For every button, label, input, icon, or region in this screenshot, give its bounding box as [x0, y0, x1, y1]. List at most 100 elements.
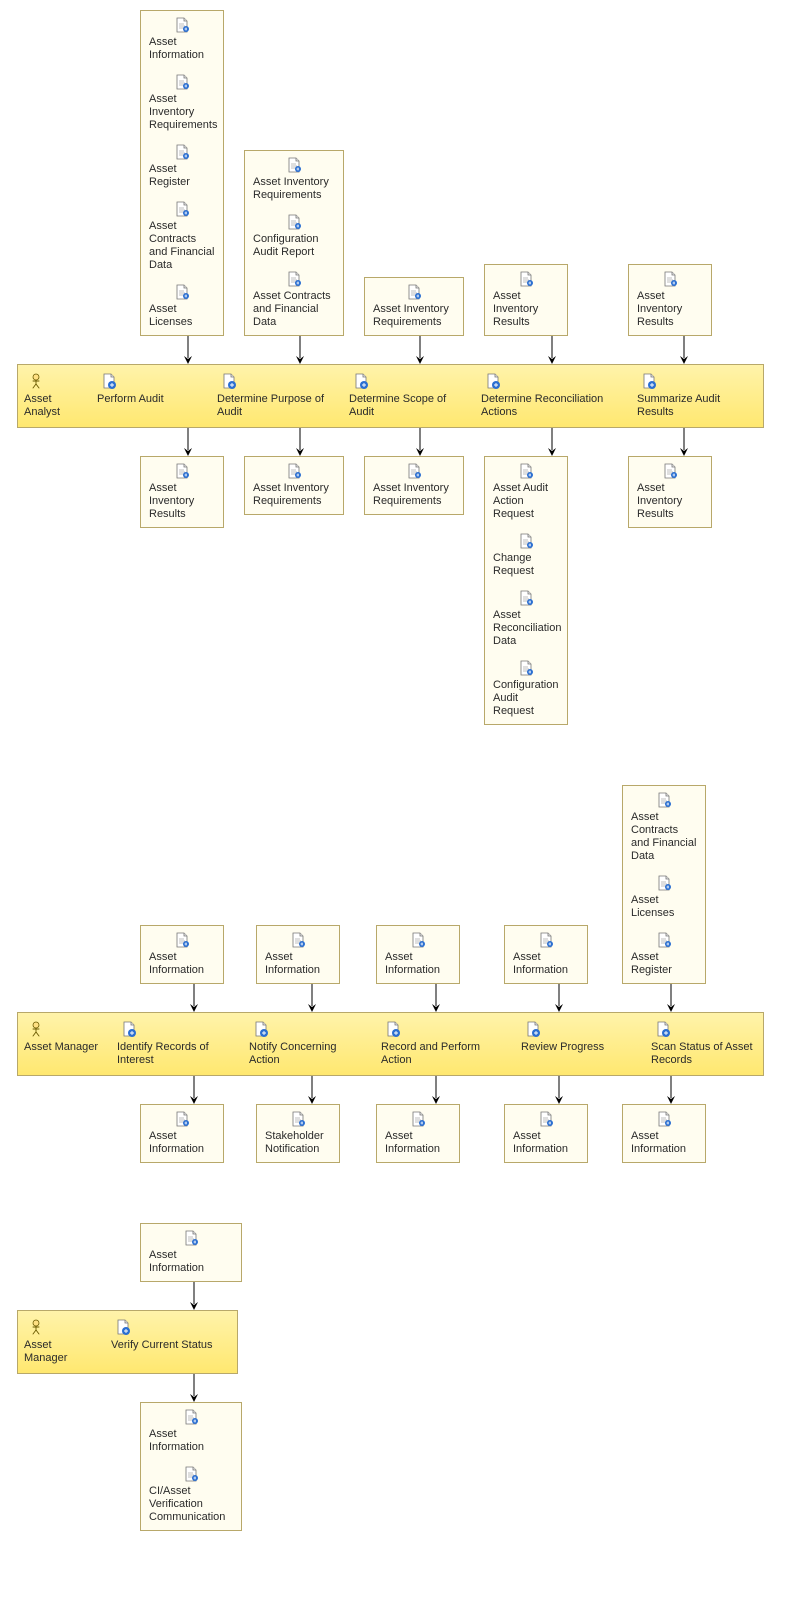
arrow-down-icon — [244, 336, 356, 364]
task-label: Verify Current Status — [111, 1339, 231, 1352]
input-column: Asset Information — [256, 925, 368, 1012]
task-cell[interactable]: Identify Records of Interest — [107, 1013, 243, 1075]
artifact: Asset Inventory Requirements — [365, 457, 463, 514]
task-cell[interactable]: Scan Status of Asset Records — [645, 1013, 763, 1075]
arrow-down-icon — [376, 984, 496, 1012]
artifact: Asset Inventory Results — [629, 457, 711, 527]
output-artifacts: Asset Information — [140, 1104, 224, 1163]
artifact-label: Asset Register — [149, 163, 215, 189]
task-cell[interactable]: Verify Current Status — [101, 1311, 237, 1360]
process-icon — [655, 1021, 671, 1037]
artifact-label: Asset Information — [385, 1130, 451, 1156]
document-icon — [662, 463, 678, 479]
document-icon — [183, 1466, 199, 1482]
document-icon — [174, 201, 190, 217]
artifact: Asset Information — [141, 1224, 241, 1281]
artifact: Asset Audit Action Request — [485, 457, 567, 527]
output-column: Asset Inventory Results — [140, 428, 236, 528]
process-icon — [485, 373, 501, 389]
artifact-label: Configuration Audit Report — [253, 233, 335, 259]
artifact: Asset Reconciliation Data — [485, 584, 567, 654]
process-icon — [385, 1021, 401, 1037]
output-artifacts: Asset Inventory Results — [140, 456, 224, 528]
lane-asset-analyst: Asset InformationAsset Inventory Require… — [17, 10, 797, 725]
actor-label: Asset Manager — [24, 1041, 101, 1054]
input-artifacts: Asset Inventory Requirements — [364, 277, 464, 336]
task-cell[interactable]: Notify Concerning Action — [243, 1013, 375, 1075]
artifact-label: Asset Information — [385, 951, 451, 977]
arrow-down-icon — [484, 428, 620, 456]
artifact: Asset Inventory Results — [485, 265, 567, 335]
task-label: Identify Records of Interest — [117, 1041, 237, 1067]
output-column: Asset Information — [622, 1076, 720, 1163]
actor-icon — [28, 1021, 44, 1037]
artifact-label: Asset Inventory Requirements — [253, 482, 335, 508]
document-icon — [656, 792, 672, 808]
input-artifacts: Asset Inventory RequirementsConfiguratio… — [244, 150, 344, 336]
task-cell[interactable]: Determine Reconciliation Actions — [475, 365, 631, 427]
document-icon — [656, 1111, 672, 1127]
artifact-label: Asset Audit Action Request — [493, 482, 559, 521]
arrow-down-icon — [140, 336, 236, 364]
artifact-label: Asset Information — [513, 1130, 579, 1156]
artifact: CI/Asset Verification Communication — [141, 1460, 241, 1530]
input-artifacts: Asset Inventory Results — [484, 264, 568, 336]
arrow-down-icon — [140, 984, 248, 1012]
document-icon — [174, 932, 190, 948]
artifact-label: Asset Contracts and Financial Data — [149, 220, 215, 272]
artifact-label: Asset Inventory Requirements — [373, 482, 455, 508]
artifact: Asset Information — [505, 926, 587, 983]
task-cell[interactable]: Determine Scope of Audit — [343, 365, 475, 427]
output-column: Stakeholder Notification — [256, 1076, 368, 1163]
artifact: Asset Inventory Requirements — [245, 457, 343, 514]
input-column: Asset Inventory RequirementsConfiguratio… — [244, 150, 356, 364]
lane-asset-manager-1: Asset InformationAsset InformationAsset … — [17, 785, 797, 1163]
arrow-down-icon — [628, 336, 740, 364]
task-cell[interactable]: Determine Purpose of Audit — [211, 365, 343, 427]
arrow-down-icon — [504, 1076, 614, 1104]
process-icon — [221, 373, 237, 389]
document-icon — [662, 271, 678, 287]
artifact-label: Asset Information — [149, 1249, 233, 1275]
artifact: Asset Information — [141, 1403, 241, 1460]
task-cell[interactable]: Review Progress — [515, 1013, 645, 1075]
artifact-label: Asset Information — [513, 951, 579, 977]
arrow-down-icon — [256, 1076, 368, 1104]
input-artifacts: Asset Inventory Results — [628, 264, 712, 336]
output-column: Asset Inventory Results — [628, 428, 740, 528]
task-label: Determine Scope of Audit — [349, 393, 469, 419]
artifact-label: Asset Inventory Requirements — [373, 303, 455, 329]
actor-label: Asset Manager — [24, 1339, 95, 1365]
document-icon — [538, 932, 554, 948]
document-icon — [174, 144, 190, 160]
document-icon — [174, 74, 190, 90]
input-column: Asset Information — [504, 925, 614, 1012]
task-cell[interactable]: Perform Audit — [87, 365, 211, 427]
input-artifacts: Asset InformationAsset Inventory Require… — [140, 10, 224, 336]
process-bar: Asset Manager Identify Records of Intere… — [17, 1012, 764, 1076]
artifact: Asset Licenses — [141, 278, 223, 335]
task-cell[interactable]: Record and Perform Action — [375, 1013, 515, 1075]
artifact: Change Request — [485, 527, 567, 584]
task-label: Scan Status of Asset Records — [651, 1041, 757, 1067]
artifact: Asset Inventory Results — [629, 265, 711, 335]
process-icon — [525, 1021, 541, 1037]
task-label: Notify Concerning Action — [249, 1041, 369, 1067]
artifact-label: Asset Licenses — [631, 894, 697, 920]
artifact-label: Asset Licenses — [149, 303, 215, 329]
artifact: Asset Register — [141, 138, 223, 195]
artifact: Asset Inventory Requirements — [365, 278, 463, 335]
artifact-label: Asset Information — [149, 1428, 233, 1454]
task-cell[interactable]: Summarize Audit Results — [631, 365, 763, 427]
process-icon — [115, 1319, 131, 1335]
document-icon — [518, 590, 534, 606]
input-artifacts: Asset Information — [504, 925, 588, 984]
arrow-down-icon — [364, 336, 476, 364]
artifact-label: Asset Reconciliation Data — [493, 609, 559, 648]
input-column: Asset Inventory Requirements — [364, 277, 476, 364]
artifact: Asset Contracts and Financial Data — [623, 786, 705, 869]
input-column: Asset Information — [140, 925, 248, 1012]
arrow-down-icon — [140, 428, 236, 456]
document-icon — [410, 932, 426, 948]
output-column: Asset Audit Action Request Change Request… — [484, 428, 620, 725]
